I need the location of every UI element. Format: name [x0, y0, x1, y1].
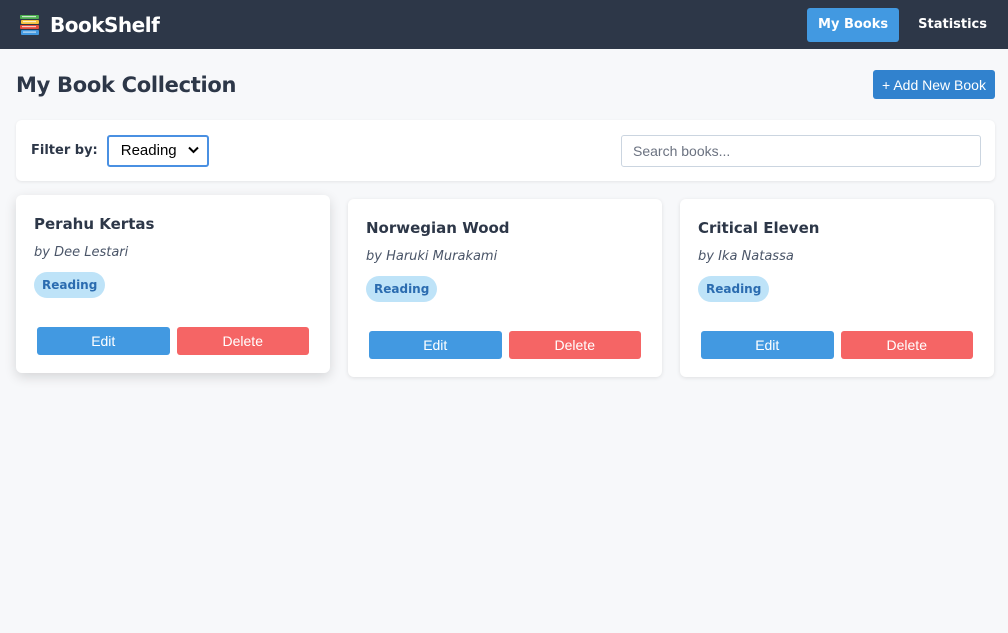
book-title: Norwegian Wood: [366, 219, 510, 237]
filter-label: Filter by:: [31, 143, 98, 158]
nav-link-statistics[interactable]: Statistics: [907, 8, 998, 42]
delete-button[interactable]: Delete: [508, 331, 641, 359]
edit-button[interactable]: Edit: [37, 327, 170, 355]
status-badge: Reading: [698, 276, 770, 302]
book-list: Perahu Kertas by Dee Lestari Reading Edi…: [16, 195, 995, 377]
delete-button[interactable]: Delete: [176, 327, 309, 355]
book-card[interactable]: Perahu Kertas by Dee Lestari Reading Edi…: [16, 195, 330, 373]
status-badge: Reading: [366, 276, 438, 302]
main-content: My Book Collection + Add New Book Filter…: [0, 49, 1008, 377]
book-author: by Haruki Murakami: [366, 249, 498, 264]
page-title: My Book Collection: [16, 72, 237, 97]
filter-bar: Filter by: Reading: [16, 120, 995, 181]
add-new-book-button[interactable]: + Add New Book: [873, 70, 995, 99]
card-actions: Edit Delete: [698, 331, 976, 359]
book-card[interactable]: Norwegian Wood by Haruki Murakami Readin…: [348, 199, 662, 377]
book-title: Perahu Kertas: [34, 215, 155, 233]
card-actions: Edit Delete: [34, 327, 312, 355]
edit-button[interactable]: Edit: [369, 331, 502, 359]
chevron-down-icon: [188, 145, 199, 157]
status-filter-select[interactable]: Reading: [106, 134, 209, 167]
page-header: My Book Collection + Add New Book: [16, 49, 995, 120]
brand[interactable]: BookShelf: [18, 12, 160, 37]
status-badge: Reading: [34, 272, 106, 298]
book-card[interactable]: Critical Eleven by Ika Natassa Reading E…: [680, 199, 994, 377]
book-title: Critical Eleven: [698, 219, 820, 237]
brand-name: BookShelf: [50, 12, 160, 37]
books-stack-icon: [18, 14, 42, 36]
filter-group: Filter by: Reading: [31, 134, 209, 167]
book-author: by Dee Lestari: [34, 245, 129, 260]
filter-selected-value: Reading: [120, 142, 177, 159]
delete-button[interactable]: Delete: [840, 331, 973, 359]
nav-links: My Books Statistics: [807, 7, 998, 42]
card-actions: Edit Delete: [366, 331, 644, 359]
search-input[interactable]: [621, 134, 981, 167]
book-author: by Ika Natassa: [698, 249, 794, 264]
nav-link-my-books[interactable]: My Books: [807, 7, 900, 42]
edit-button[interactable]: Edit: [701, 331, 834, 359]
top-navbar: BookShelf My Books Statistics: [0, 0, 1008, 49]
